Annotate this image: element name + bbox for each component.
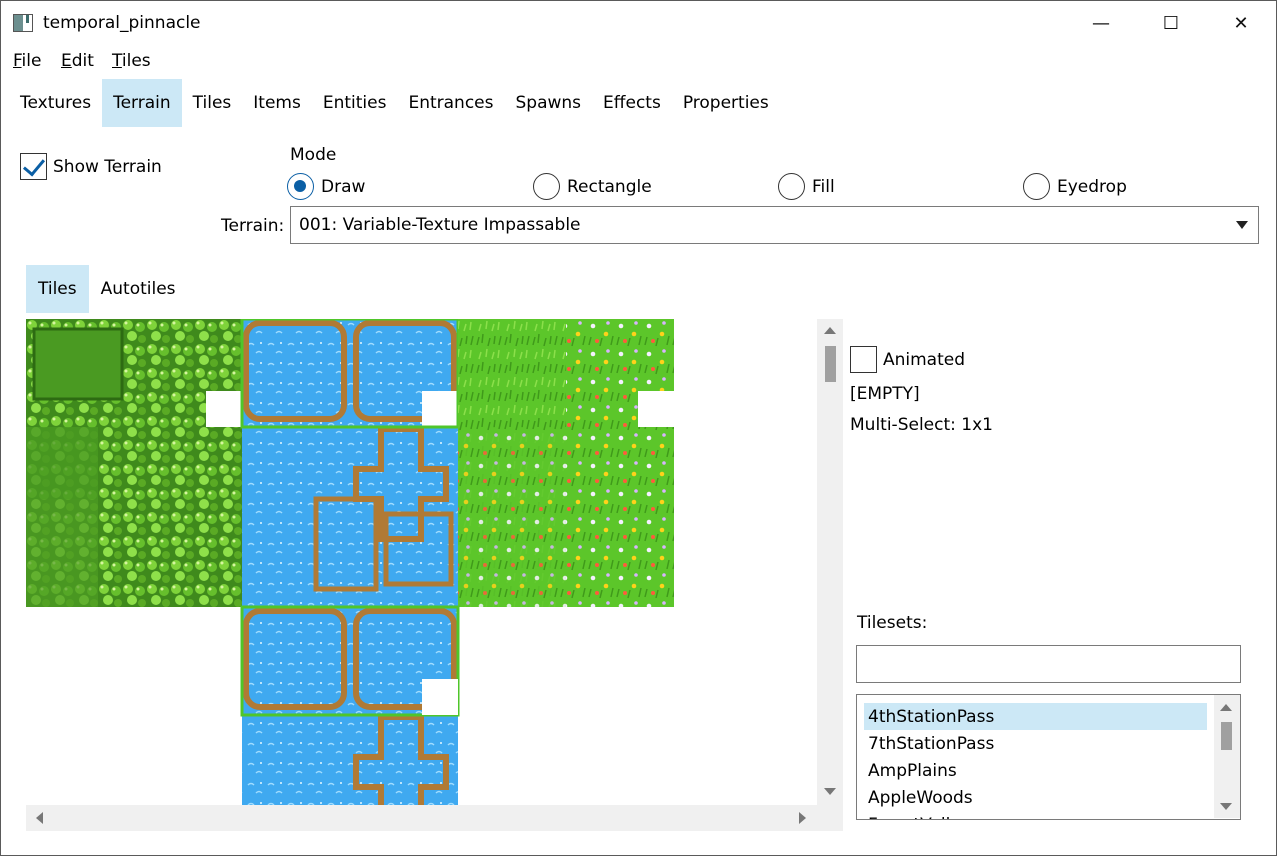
list-item[interactable]: 7thStationPass: [864, 730, 1207, 757]
list-item[interactable]: AmpPlains: [864, 757, 1207, 784]
scroll-right-icon[interactable]: [799, 812, 806, 824]
menu-file[interactable]: File: [13, 51, 41, 71]
main-tab-bar: Textures Terrain Tiles Items Entities En…: [9, 79, 780, 127]
tile-view-vertical-scrollbar[interactable]: [817, 319, 843, 805]
list-item[interactable]: 4thStationPass: [864, 703, 1207, 730]
close-button[interactable]: ✕: [1206, 1, 1276, 45]
menu-tiles-mnemonic: T: [112, 51, 122, 71]
menu-edit-label: dit: [71, 51, 94, 71]
mode-eyedrop-label: Eyedrop: [1057, 176, 1127, 197]
scroll-down-icon[interactable]: [824, 788, 836, 795]
tileset-image[interactable]: [26, 319, 842, 831]
tile-view-horizontal-scrollbar[interactable]: [26, 805, 843, 831]
mode-eyedrop-option[interactable]: Eyedrop: [1023, 173, 1127, 200]
list-item[interactable]: ForestValley: [864, 811, 1207, 820]
mode-draw-label: Draw: [321, 176, 366, 197]
show-terrain-toggle[interactable]: Show Terrain: [20, 153, 162, 180]
terrain-select[interactable]: 001: Variable-Texture Impassable: [290, 206, 1259, 244]
subtab-autotiles[interactable]: Autotiles: [89, 265, 188, 313]
mode-eyedrop-radio[interactable]: [1023, 173, 1050, 200]
mode-rectangle-radio[interactable]: [533, 173, 560, 200]
show-terrain-checkbox[interactable]: [20, 153, 47, 180]
scroll-up-icon[interactable]: [824, 327, 836, 334]
window-title: temporal_pinnacle: [43, 13, 201, 33]
scroll-left-icon[interactable]: [36, 812, 43, 824]
list-item[interactable]: AppleWoods: [864, 784, 1207, 811]
scroll-thumb[interactable]: [825, 346, 836, 382]
tab-entities[interactable]: Entities: [312, 79, 398, 127]
scroll-up-icon[interactable]: [1220, 704, 1232, 711]
tab-terrain[interactable]: Terrain: [102, 79, 182, 127]
mode-fill-radio[interactable]: [778, 173, 805, 200]
scroll-down-icon[interactable]: [1220, 803, 1232, 810]
tileset-search-input[interactable]: [856, 645, 1241, 683]
multi-select-label: Multi-Select: 1x1: [850, 415, 993, 435]
animated-checkbox[interactable]: [850, 346, 877, 373]
mode-rectangle-label: Rectangle: [567, 176, 652, 197]
terrain-select-value: 001: Variable-Texture Impassable: [299, 215, 581, 235]
mode-fill-option[interactable]: Fill: [778, 173, 835, 200]
scroll-thumb[interactable]: [1221, 722, 1232, 750]
tab-entrances[interactable]: Entrances: [397, 79, 504, 127]
minimize-button[interactable]: —: [1066, 1, 1136, 45]
tab-effects[interactable]: Effects: [592, 79, 672, 127]
subtab-tiles[interactable]: Tiles: [26, 265, 89, 313]
mode-label: Mode: [290, 145, 337, 165]
app-window: temporal_pinnacle — ☐ ✕ File Edit Tiles …: [0, 0, 1277, 856]
selected-tile-label: [EMPTY]: [850, 384, 920, 404]
mode-fill-label: Fill: [812, 176, 835, 197]
tileset-list-scrollbar[interactable]: [1214, 695, 1240, 818]
menu-tiles[interactable]: Tiles: [112, 51, 151, 71]
show-terrain-label: Show Terrain: [53, 156, 162, 177]
tileset-list[interactable]: 4thStationPass 7thStationPass AmpPlains …: [856, 694, 1241, 820]
title-bar: temporal_pinnacle — ☐ ✕: [1, 1, 1276, 45]
app-icon: [13, 14, 33, 32]
tab-tiles[interactable]: Tiles: [182, 79, 243, 127]
tab-textures[interactable]: Textures: [9, 79, 102, 127]
menu-file-mnemonic: F: [13, 51, 22, 71]
tab-properties[interactable]: Properties: [672, 79, 780, 127]
animated-toggle[interactable]: Animated: [850, 346, 965, 373]
menu-file-label: ile: [21, 51, 42, 71]
mode-draw-option[interactable]: Draw: [287, 173, 365, 200]
menu-edit[interactable]: Edit: [61, 51, 94, 71]
tilesets-label: Tilesets:: [857, 613, 928, 633]
terrain-label: Terrain:: [221, 216, 285, 236]
tab-spawns[interactable]: Spawns: [504, 79, 592, 127]
maximize-button[interactable]: ☐: [1136, 1, 1206, 45]
tile-subtab-bar: Tiles Autotiles: [26, 265, 188, 313]
chevron-down-icon[interactable]: [1236, 221, 1248, 229]
menu-edit-mnemonic: E: [61, 51, 72, 71]
tab-items[interactable]: Items: [242, 79, 312, 127]
menu-bar: File Edit Tiles: [1, 47, 1276, 75]
mode-rectangle-option[interactable]: Rectangle: [533, 173, 652, 200]
mode-draw-radio[interactable]: [287, 173, 314, 200]
tileset-canvas-view[interactable]: [26, 319, 842, 831]
animated-label: Animated: [883, 349, 966, 370]
menu-tiles-label: iles: [121, 51, 151, 71]
